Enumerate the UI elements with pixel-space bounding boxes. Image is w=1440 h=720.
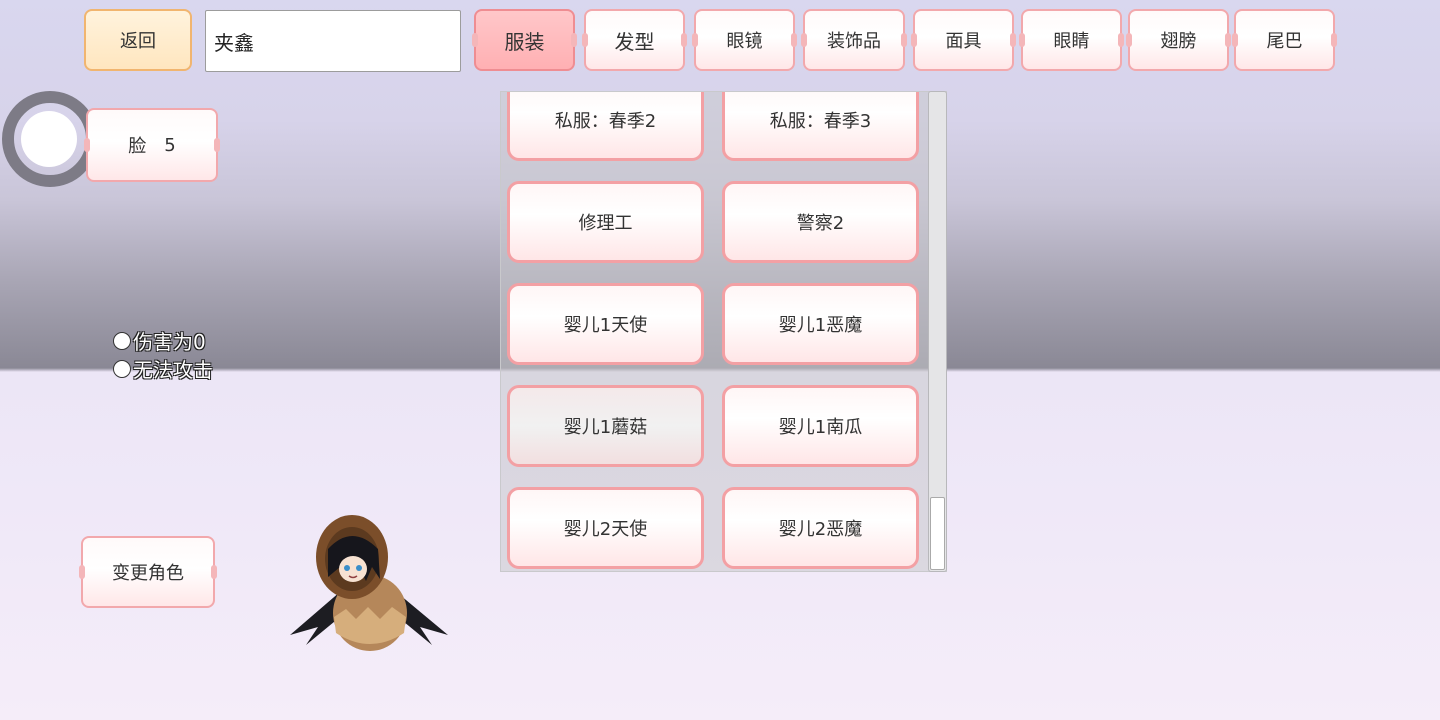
bullet-dot	[113, 359, 131, 378]
bullet-dot	[113, 331, 131, 350]
tab-label: 装饰品	[827, 31, 881, 52]
outfit-item[interactable]: 修理工	[507, 181, 704, 263]
tab-hairstyle[interactable]: 发型	[582, 9, 687, 71]
outfit-item[interactable]: 婴儿2天使	[507, 487, 704, 569]
character-model	[290, 515, 448, 651]
outfit-item-label: 婴儿1蘑菇	[563, 417, 648, 438]
tab-label: 眼镜	[726, 31, 763, 52]
tab-wings[interactable]: 翅膀	[1126, 9, 1231, 71]
tab-label: 眼睛	[1053, 31, 1090, 52]
tab-accessories[interactable]: 装饰品	[801, 9, 907, 71]
tab-label: 翅膀	[1160, 31, 1197, 52]
status-text: 无法攻击	[133, 358, 213, 382]
outfit-list-scrollbar[interactable]	[928, 91, 947, 572]
tab-label: 服装	[504, 29, 545, 54]
outfit-item-label: 警察2	[796, 213, 845, 234]
tab-mask[interactable]: 面具	[911, 9, 1016, 71]
tab-label: 面具	[945, 31, 982, 52]
tab-clothing[interactable]: 服装	[472, 9, 577, 71]
face-selector-button[interactable]: 脸 5	[84, 108, 220, 182]
change-character-label: 变更角色	[112, 563, 184, 584]
outfit-item-label: 婴儿1南瓜	[778, 417, 863, 438]
status-damage: 伤害为0	[113, 326, 206, 355]
outfit-item-label: 婴儿2恶魔	[778, 519, 863, 540]
tab-label: 尾巴	[1266, 31, 1303, 52]
outfit-item[interactable]: 私服：春季3	[722, 92, 919, 161]
outfit-item-label: 婴儿1恶魔	[778, 315, 863, 336]
status-no-attack: 无法攻击	[113, 354, 213, 383]
outfit-item[interactable]: 私服：春季2	[507, 92, 704, 161]
outfit-item[interactable]: 警察2	[722, 181, 919, 263]
outfit-item[interactable]: 婴儿1蘑菇	[507, 385, 704, 467]
outfit-item-label: 私服：春季3	[769, 111, 872, 132]
outfit-item[interactable]: 婴儿1天使	[507, 283, 704, 365]
back-button-label: 返回	[120, 31, 156, 52]
outfit-item-label: 婴儿1天使	[563, 315, 648, 336]
outfit-item-label: 婴儿2天使	[563, 519, 648, 540]
joystick-knob[interactable]	[21, 111, 77, 167]
outfit-item[interactable]: 婴儿1恶魔	[722, 283, 919, 365]
face-value: 5	[164, 134, 176, 156]
outfit-item-label: 私服：春季2	[554, 111, 657, 132]
outfit-list-panel[interactable]: 私服：春季2 私服：春季3 修理工 警察2 婴儿1天使 婴儿1恶魔 婴儿1蘑菇 …	[500, 91, 947, 572]
scrollbar-thumb[interactable]	[930, 497, 945, 570]
tab-tail[interactable]: 尾巴	[1232, 9, 1337, 71]
tab-eyes[interactable]: 眼睛	[1019, 9, 1124, 71]
character-name-input[interactable]	[205, 10, 461, 72]
outfit-item[interactable]: 婴儿2恶魔	[722, 487, 919, 569]
status-text: 伤害为0	[133, 330, 206, 354]
tab-label: 发型	[614, 29, 655, 54]
outfit-item-label: 修理工	[578, 213, 633, 234]
back-button[interactable]: 返回	[84, 9, 192, 71]
face-label: 脸	[128, 136, 147, 157]
tab-glasses[interactable]: 眼镜	[692, 9, 797, 71]
outfit-item[interactable]: 婴儿1南瓜	[722, 385, 919, 467]
change-character-button[interactable]: 变更角色	[79, 536, 217, 608]
